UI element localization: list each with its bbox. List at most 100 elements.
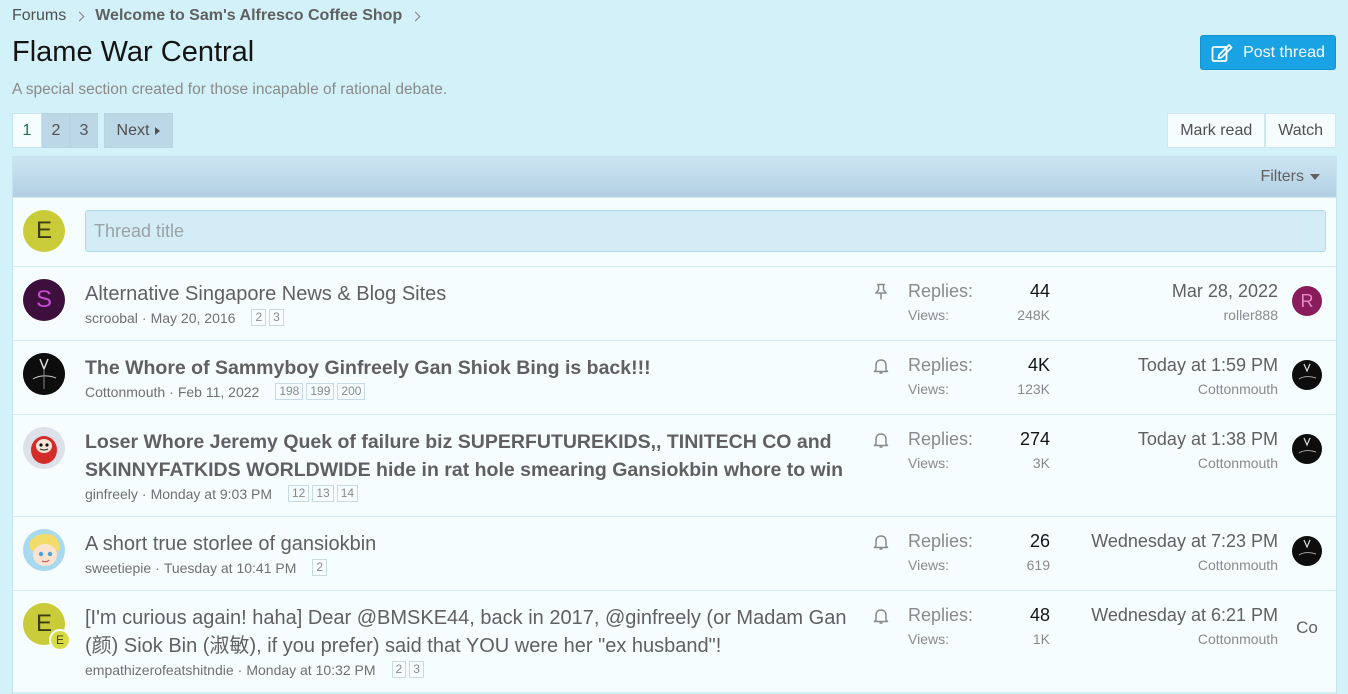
thread-author[interactable]: sweetiepie <box>85 560 151 576</box>
next-page-button[interactable]: Next <box>104 113 173 148</box>
thread-page-link[interactable]: 2 <box>391 661 407 678</box>
views-label: Views: <box>908 307 949 323</box>
replies-count: 274 <box>1019 429 1050 449</box>
last-poster-avatar[interactable] <box>1292 360 1322 390</box>
thread-page-link[interactable]: 198 <box>275 383 304 400</box>
thread-page-jump: 2 3 <box>391 661 424 678</box>
avatar[interactable]: S <box>23 279 65 321</box>
breadcrumb-parent-link[interactable]: Welcome to Sam's Alfresco Coffee Shop <box>95 7 402 25</box>
replies-label: Replies: <box>908 281 974 301</box>
thread-author[interactable]: Cottonmouth <box>85 384 165 400</box>
edit-icon <box>1211 43 1233 62</box>
bell-icon <box>873 609 889 624</box>
post-thread-button[interactable]: Post thread <box>1200 35 1336 70</box>
next-label: Next <box>116 121 150 139</box>
avatar-image <box>23 529 65 571</box>
thread-title-line: (颜) Siok Bin (淑敏), if you prefer) said t… <box>85 635 722 657</box>
bell-icon <box>873 433 889 448</box>
thread-page-link[interactable]: 2 <box>251 309 267 326</box>
thread-title-link[interactable]: Loser Whore Jeremy Quek of failure biz S… <box>85 428 843 484</box>
last-post-user[interactable]: Cottonmouth <box>1198 557 1278 573</box>
last-post-user[interactable]: Cottonmouth <box>1198 455 1278 471</box>
forum-description: A special section created for those inca… <box>12 81 448 98</box>
thread-page-link[interactable]: 3 <box>269 309 284 326</box>
thread-title-link[interactable]: A short true storlee of gansiokbin <box>85 530 376 558</box>
last-post-date[interactable]: Wednesday at 6:21 PM <box>1091 605 1278 626</box>
thread-list: Filters E S Alternative Singapore News &… <box>12 156 1337 694</box>
page-link-1[interactable]: 1 <box>12 113 42 148</box>
thread-row: The Whore of Sammyboy Ginfreely Gan Shio… <box>13 340 1336 414</box>
thread-title-input[interactable] <box>85 210 1326 252</box>
mark-read-button[interactable]: Mark read <box>1167 113 1266 148</box>
thread-start-date[interactable]: Monday at 10:32 PM <box>246 662 375 678</box>
thread-meta: empathizerofeatshitndie · Monday at 10:3… <box>85 661 424 678</box>
thread-page-link[interactable]: 200 <box>337 383 366 400</box>
caret-down-icon <box>1310 174 1320 180</box>
breadcrumb-forums-link[interactable]: Forums <box>12 7 66 25</box>
views-count: 248K <box>1017 307 1050 323</box>
avatar[interactable] <box>23 529 65 571</box>
last-post-date[interactable]: Mar 28, 2022 <box>1172 281 1278 302</box>
avatar-badge: E <box>49 629 71 651</box>
last-post-user[interactable]: Cottonmouth <box>1198 381 1278 397</box>
avatar-image <box>1298 437 1317 454</box>
last-poster-avatar[interactable] <box>1292 434 1322 464</box>
avatar: E <box>23 210 65 252</box>
last-poster-avatar[interactable] <box>1292 536 1322 566</box>
replies-count: 48 <box>1029 605 1050 625</box>
thread-page-jump: 2 <box>312 559 328 576</box>
thread-page-link[interactable]: 3 <box>409 661 424 678</box>
thread-page-jump: 12 13 14 <box>288 485 359 502</box>
views-count: 619 <box>1026 557 1050 573</box>
replies-label: Replies: <box>908 429 974 449</box>
thread-row: A short true storlee of gansiokbin sweet… <box>13 516 1336 590</box>
thread-start-date[interactable]: May 20, 2016 <box>151 310 236 326</box>
thread-row: Loser Whore Jeremy Quek of failure biz S… <box>13 414 1336 516</box>
last-post-date[interactable]: Today at 1:38 PM <box>1138 429 1278 450</box>
last-post-user[interactable]: Cottonmouth <box>1198 631 1278 647</box>
views-count: 123K <box>1017 381 1050 397</box>
page-link-2[interactable]: 2 <box>42 113 70 148</box>
filter-bar: Filters <box>13 157 1336 197</box>
thread-page-link[interactable]: 12 <box>288 485 310 502</box>
avatar[interactable] <box>23 353 65 395</box>
thread-title-link[interactable]: The Whore of Sammyboy Ginfreely Gan Shio… <box>85 354 651 382</box>
bell-icon <box>873 535 889 550</box>
thread-page-link[interactable]: 14 <box>336 485 359 502</box>
last-post-user[interactable]: roller888 <box>1224 307 1278 323</box>
quick-thread-row: E <box>13 197 1336 266</box>
thread-author[interactable]: empathizerofeatshitndie <box>85 662 234 678</box>
breadcrumb: Forums Welcome to Sam's Alfresco Coffee … <box>12 6 431 26</box>
thread-start-date[interactable]: Monday at 9:03 PM <box>151 486 272 502</box>
thread-meta: ginfreely · Monday at 9:03 PM 12 13 14 <box>85 485 359 502</box>
pin-icon <box>875 283 887 300</box>
thread-page-link[interactable]: 2 <box>312 559 328 576</box>
page-link-3[interactable]: 3 <box>70 113 98 148</box>
avatar[interactable] <box>23 427 65 469</box>
thread-start-date[interactable]: Tuesday at 10:41 PM <box>164 560 297 576</box>
thread-start-date[interactable]: Feb 11, 2022 <box>178 384 259 400</box>
views-count: 3K <box>1032 455 1050 471</box>
chevron-right-icon <box>74 11 85 21</box>
thread-page-link[interactable]: 199 <box>306 383 335 400</box>
last-poster-avatar[interactable]: R <box>1292 286 1322 316</box>
last-post-date[interactable]: Wednesday at 7:23 PM <box>1091 531 1278 552</box>
thread-title-link[interactable]: Alternative Singapore News & Blog Sites <box>85 280 446 308</box>
thread-title-line: [I'm curious again! haha] Dear @BMSKE44,… <box>85 607 847 629</box>
watch-button[interactable]: Watch <box>1265 113 1336 148</box>
avatar-image <box>23 427 65 469</box>
thread-page-link[interactable]: 13 <box>312 485 334 502</box>
replies-label: Replies: <box>908 605 974 625</box>
thread-page-jump: 2 3 <box>251 309 284 326</box>
thread-title-link[interactable]: [I'm curious again! haha] Dear @BMSKE44,… <box>85 604 846 660</box>
last-post-date[interactable]: Today at 1:59 PM <box>1138 355 1278 376</box>
thread-author[interactable]: scroobal <box>85 310 138 326</box>
last-poster-avatar[interactable]: Co <box>1292 613 1322 643</box>
thread-meta: scroobal · May 20, 2016 2 3 <box>85 309 284 326</box>
replies-label: Replies: <box>908 531 974 551</box>
replies-count: 26 <box>1029 531 1050 551</box>
thread-author[interactable]: ginfreely <box>85 486 138 502</box>
caret-right-icon <box>155 126 161 135</box>
filters-button[interactable]: Filters <box>1260 168 1320 186</box>
chevron-right-icon <box>410 11 421 21</box>
